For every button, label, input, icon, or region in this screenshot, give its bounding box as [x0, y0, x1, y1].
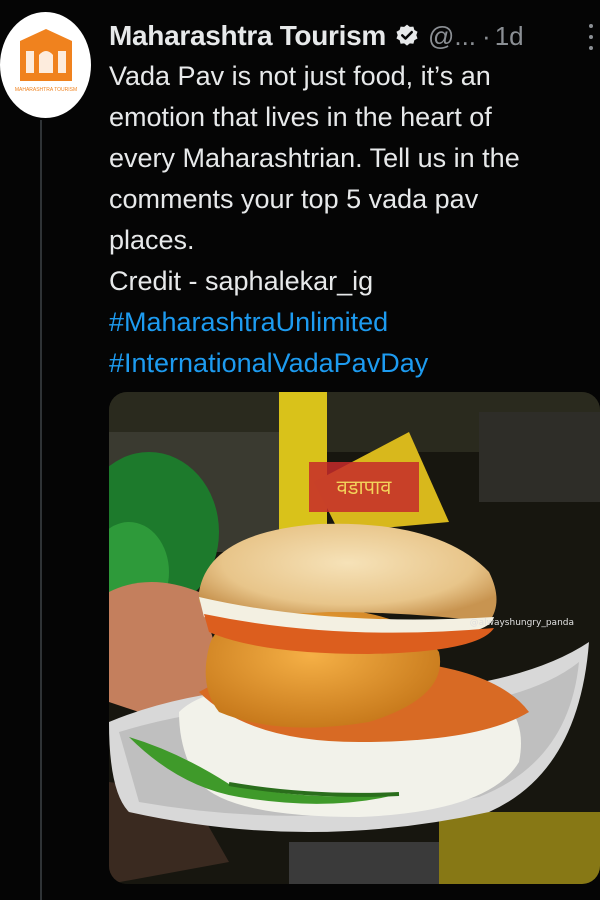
photo-watermark: @alwayshungry_panda — [469, 618, 574, 628]
more-options-icon[interactable] — [587, 24, 595, 50]
vada-pav-photo: वडापाव — [109, 392, 600, 884]
tweet-text: Vada Pav is not just food, it’s an emoti… — [109, 56, 589, 384]
avatar-caption: MAHARASHTRA TOURISM — [14, 87, 76, 93]
tweet-line: Vada Pav is not just food, it’s an — [109, 61, 491, 91]
separator-dot: · — [482, 20, 491, 51]
tweet-line: emotion that lives in the heart of — [109, 102, 492, 132]
credit-line: Credit - saphalekar_ig — [109, 266, 374, 296]
avatar[interactable]: MAHARASHTRA TOURISM — [0, 12, 91, 118]
tweet[interactable]: Maharashtra Tourism @... · 1d Vada Pav i… — [109, 14, 593, 384]
tweet-line: places. — [109, 225, 195, 255]
tweet-line: comments your top 5 vada pav — [109, 184, 479, 214]
display-name[interactable]: Maharashtra Tourism — [109, 20, 386, 52]
handle[interactable]: @... — [428, 21, 476, 52]
hashtag-link[interactable]: #InternationalVadaPavDay — [109, 343, 589, 384]
thread-line — [40, 120, 42, 900]
hashtag-link[interactable]: #MaharashtraUnlimited — [109, 302, 589, 343]
tweet-line: every Maharashtrian. Tell us in the — [109, 143, 520, 173]
verified-badge-icon — [394, 23, 420, 49]
tweet-media-image[interactable]: वडापाव @alwayshungry_panda — [109, 392, 600, 884]
timestamp[interactable]: 1d — [495, 21, 524, 52]
shop-sign-text: वडापाव — [337, 475, 393, 499]
maharashtra-tourism-logo: MAHARASHTRA TOURISM — [14, 29, 77, 93]
tweet-header: Maharashtra Tourism @... · 1d — [109, 14, 593, 58]
